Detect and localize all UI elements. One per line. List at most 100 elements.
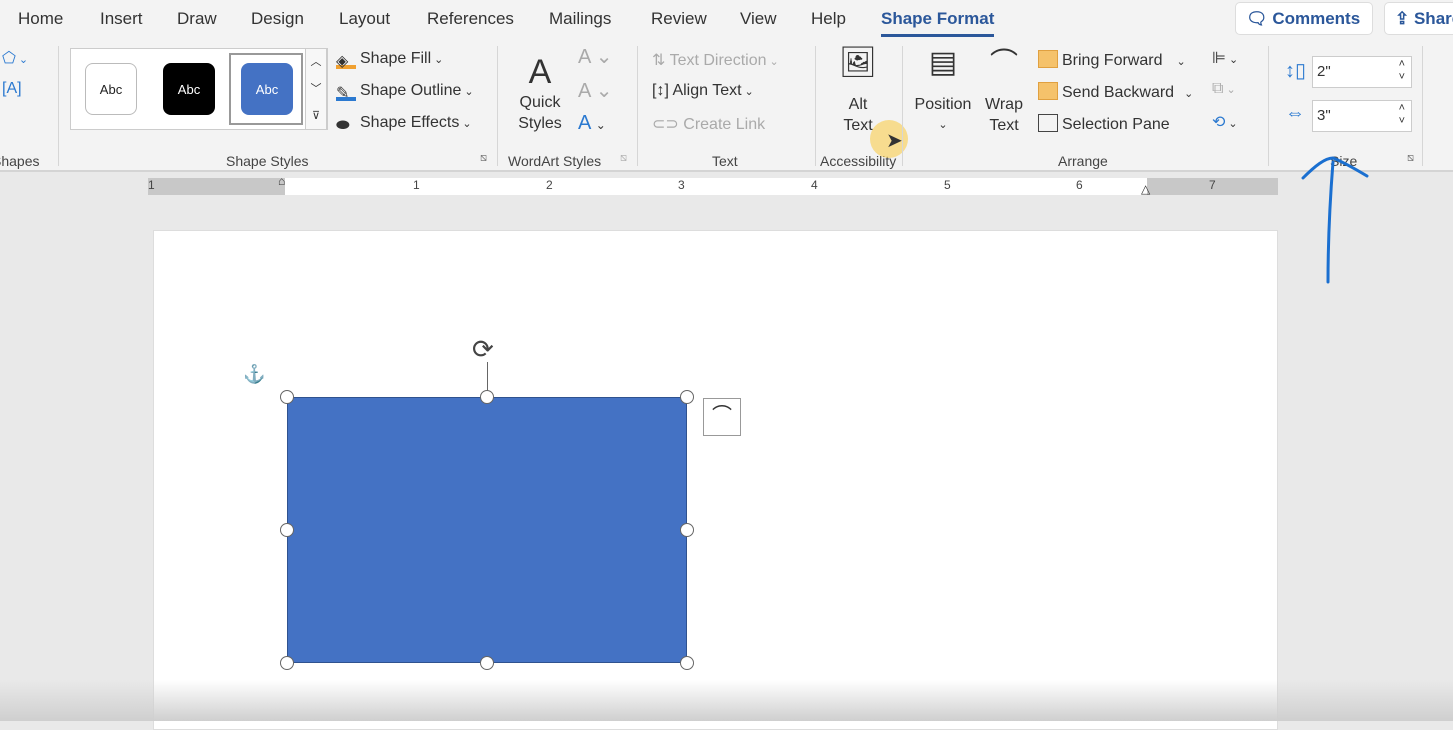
align-icon[interactable]: ⊫ ⌄ <box>1212 48 1238 68</box>
tab-references[interactable]: References <box>427 9 514 29</box>
alt-text-icon: 🖼 <box>838 46 878 79</box>
shape-fill-button[interactable]: ◈ Shape Fill ⌄ <box>336 50 443 70</box>
text-effects-icon[interactable]: A ⌄ <box>578 112 606 135</box>
tab-mailings[interactable]: Mailings <box>549 9 611 29</box>
rotate-handle-icon[interactable]: ⟳ <box>472 334 494 365</box>
tab-review[interactable]: Review <box>651 9 707 29</box>
wrap-text-button[interactable]: ⌒ Wrap Text <box>980 49 1028 136</box>
right-indent-marker[interactable]: △ <box>1141 182 1150 196</box>
divider <box>497 46 498 166</box>
position-button[interactable]: ▤ Position ⌄ <box>912 46 974 136</box>
text-outline-icon[interactable]: A ⌄ <box>578 78 613 103</box>
link-icon: ⊂⊃ <box>652 116 684 133</box>
effects-icon: ⬬ <box>336 117 350 134</box>
quick-styles-button[interactable]: A Quick Styles <box>510 52 570 134</box>
dialog-launcher-icon[interactable]: ⧅ <box>480 152 487 165</box>
shape-styles-gallery: Abc Abc Abc <box>70 48 328 130</box>
text-fill-icon[interactable]: A ⌄ <box>578 44 613 69</box>
tab-draw[interactable]: Draw <box>177 9 217 29</box>
mouse-cursor-icon: ➤ <box>886 130 903 152</box>
gallery-more-button[interactable]: ⊽ <box>306 103 326 130</box>
divider <box>1422 46 1423 166</box>
selection-pane-icon <box>1038 114 1058 132</box>
height-spinner[interactable]: ˄ ˅ <box>1399 58 1405 84</box>
tab-help[interactable]: Help <box>811 9 846 29</box>
resize-handle[interactable] <box>280 523 294 537</box>
divider <box>1268 46 1269 166</box>
rectangle-shape[interactable] <box>287 397 687 663</box>
group-label-shapes: Shapes <box>0 153 40 169</box>
align-text-button[interactable]: [↕] Align Text ⌄ <box>652 82 754 100</box>
shape-effects-button[interactable]: ⬬ Shape Effects ⌄ <box>336 114 472 135</box>
text-box-icon[interactable]: [A] <box>2 80 22 98</box>
ruler-label: 3 <box>678 178 685 192</box>
ruler-label: 2 <box>546 178 553 192</box>
bring-forward-button[interactable]: Bring Forward ⌄ <box>1038 50 1186 70</box>
tab-home[interactable]: Home <box>18 9 63 29</box>
style-swatch-white[interactable]: Abc <box>85 63 137 115</box>
group-icon[interactable]: ⧉ ⌄ <box>1212 80 1236 98</box>
gallery-down-button[interactable]: ﹀ <box>306 76 326 103</box>
style-swatch-black[interactable]: Abc <box>163 63 215 115</box>
create-link-button[interactable]: ⊂⊃ Create Link <box>652 114 765 134</box>
wordart-a-icon: A <box>528 53 552 91</box>
resize-handle[interactable] <box>480 390 494 404</box>
layout-options-icon[interactable]: ⌒ <box>703 398 741 436</box>
shape-outline-button[interactable]: ✎ Shape Outline ⌄ <box>336 82 474 102</box>
comments-button[interactable]: 🗨 Comments <box>1235 2 1373 35</box>
ruler-label: 1 <box>148 178 155 192</box>
bring-forward-icon <box>1038 50 1058 68</box>
selection-pane-button[interactable]: Selection Pane <box>1038 114 1170 134</box>
rotate-icon[interactable]: ⟲ ⌄ <box>1212 112 1238 132</box>
group-label-arrange: Arrange <box>1058 153 1108 169</box>
shape-width-icon: ⇔ <box>1285 102 1305 124</box>
resize-handle[interactable] <box>680 656 694 670</box>
bottom-shadow <box>0 680 1453 721</box>
divider <box>902 46 903 166</box>
ruler-label: 4 <box>811 178 818 192</box>
tab-view[interactable]: View <box>740 9 777 29</box>
ruler-label: 1 <box>413 178 420 192</box>
anchor-icon: ⚓ <box>243 364 266 384</box>
resize-handle[interactable] <box>280 656 294 670</box>
ribbon-tabs: Home Insert Draw Design Layout Reference… <box>0 0 1453 40</box>
tab-design[interactable]: Design <box>251 9 304 29</box>
ribbon: ⬠⌄ [A] Shapes Abc Abc Abc ︿﹀⊽ ◈Shape Fil… <box>0 40 1453 172</box>
paint-bucket-icon: ◈ <box>336 51 356 70</box>
divider <box>637 46 638 166</box>
group-label-wordart: WordArt Styles <box>508 153 602 169</box>
ruler-label: 6 <box>1076 178 1083 192</box>
pen-icon: ✎ <box>336 83 356 102</box>
annotation-arrow <box>1301 156 1369 284</box>
align-text-icon: [↕] <box>652 82 673 99</box>
text-direction-button[interactable]: ⇅ Text Direction ⌄ <box>652 50 779 70</box>
group-label-text: Text <box>712 153 738 169</box>
divider <box>815 46 816 166</box>
resize-handle[interactable] <box>680 390 694 404</box>
gallery-up-button[interactable]: ︿ <box>306 49 326 76</box>
edit-shape-icon[interactable]: ⬠ ⌄ <box>2 48 28 68</box>
comment-icon: 🗨 <box>1246 9 1273 28</box>
shape-width-input[interactable]: 3" ˄ ˅ <box>1312 100 1412 132</box>
text-direction-icon: ⇅ <box>652 52 670 69</box>
send-backward-icon <box>1038 82 1058 100</box>
ruler-label: 5 <box>944 178 951 192</box>
style-swatch-blue[interactable]: Abc <box>241 63 293 115</box>
resize-handle[interactable] <box>280 390 294 404</box>
position-icon: ▤ <box>928 46 958 79</box>
resize-handle[interactable] <box>480 656 494 670</box>
width-spinner[interactable]: ˄ ˅ <box>1399 102 1405 128</box>
tab-layout[interactable]: Layout <box>339 9 390 29</box>
tab-insert[interactable]: Insert <box>100 9 143 29</box>
ruler-label: 7 <box>1209 178 1216 192</box>
dialog-launcher-icon[interactable]: ⧅ <box>620 152 627 165</box>
share-icon: ⇪ <box>1395 9 1414 28</box>
shape-height-input[interactable]: 2" ˄ ˅ <box>1312 56 1412 88</box>
share-button[interactable]: ⇪ Share <box>1384 2 1453 35</box>
tab-shape-format[interactable]: Shape Format <box>881 9 995 37</box>
send-backward-button[interactable]: Send Backward ⌄ <box>1038 82 1193 102</box>
group-label-shape-styles: Shape Styles <box>226 153 309 169</box>
resize-handle[interactable] <box>680 523 694 537</box>
indent-marker[interactable]: ⌂ <box>278 174 285 188</box>
dialog-launcher-icon[interactable]: ⧅ <box>1407 152 1414 165</box>
